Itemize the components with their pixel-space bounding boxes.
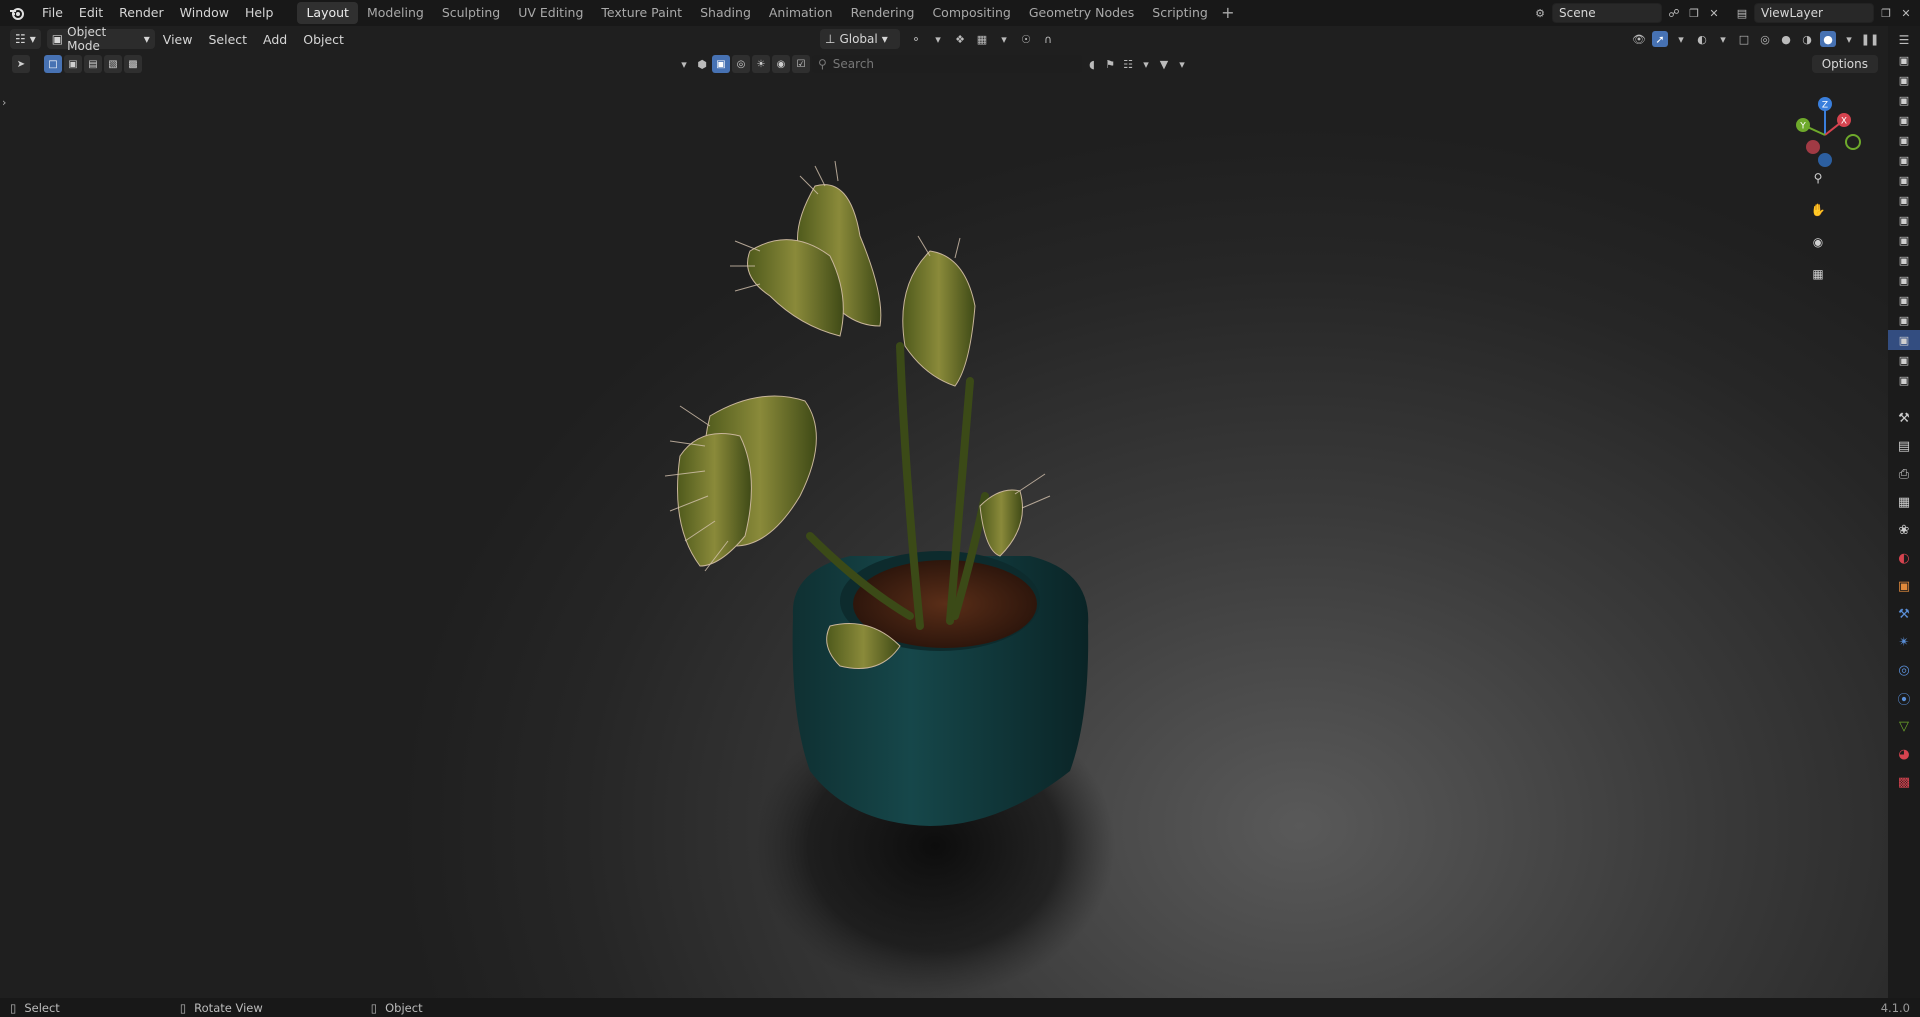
particles-icon[interactable]: ✴ [1888, 628, 1920, 656]
tab-sculpting[interactable]: Sculpting [433, 2, 509, 24]
tool-icon[interactable]: ⚒ [1888, 404, 1920, 432]
scene-render [664, 160, 1115, 996]
camera-icon[interactable]: ▣ [1888, 130, 1920, 150]
zoom-icon[interactable]: ⚲ [1806, 166, 1830, 190]
scene-icon[interactable]: ❀ [1888, 516, 1920, 544]
add-workspace-button[interactable]: + [1217, 2, 1239, 24]
status-select-label: Select [24, 1000, 60, 1015]
world-icon[interactable]: ◐ [1888, 544, 1920, 572]
menu-edit[interactable]: Edit [71, 2, 111, 24]
properties-strip: ☰ ▣ ▣ ▣ ▣ ▣ ▣ ▣ ▣ ▣ ▣ ▣ ▣ ▣ ▣ ▣ ▣ ▣ ⚒ ▤ ⎙ ▦ ❀ ◐ ▣ ⚒ ✴ ◎ ⦿ ▽ ◕ ▩ [1888, 26, 1920, 998]
physics-icon[interactable]: ◎ [1888, 656, 1920, 684]
tab-geometry-nodes[interactable]: Geometry Nodes [1020, 2, 1143, 24]
menu-render[interactable]: Render [111, 2, 172, 24]
3d-viewport[interactable]: ☷ ▾ ▣ Object Mode ▾ View Select Add Objec… [0, 26, 1888, 998]
gizmo-neg-y[interactable] [1845, 134, 1861, 150]
mouse-left-icon: ▯ [10, 1000, 17, 1015]
tab-animation[interactable]: Animation [760, 2, 842, 24]
gizmo-x-label: X [1841, 117, 1847, 127]
material-icon[interactable]: ◕ [1888, 740, 1920, 768]
camera-icon[interactable]: ▣ [1888, 330, 1920, 350]
tab-uv-editing[interactable]: UV Editing [509, 2, 592, 24]
tab-texture-paint[interactable]: Texture Paint [592, 2, 691, 24]
gizmo-neg-x[interactable] [1806, 140, 1820, 154]
camera-icon[interactable]: ▣ [1888, 250, 1920, 270]
viewport-navigation: ⚲ ✋ ◉ ▦ [1806, 166, 1830, 286]
workspace-tabs: Layout Modeling Sculpting UV Editing Tex… [297, 0, 1238, 26]
scene-selector[interactable]: Scene [1552, 3, 1662, 23]
camera-view-icon[interactable]: ◉ [1806, 230, 1830, 254]
close-icon[interactable]: ✕ [1898, 5, 1914, 21]
modifier-icon[interactable]: ⚒ [1888, 600, 1920, 628]
new-view-layer-icon[interactable]: ❐ [1878, 5, 1894, 21]
view-layer-icon[interactable]: ▦ [1888, 488, 1920, 516]
tab-layout[interactable]: Layout [297, 2, 358, 24]
camera-icon[interactable]: ▣ [1888, 70, 1920, 90]
output-icon[interactable]: ⎙ [1888, 460, 1920, 488]
mouse-middle-icon: ▯ [179, 1000, 187, 1015]
tab-compositing[interactable]: Compositing [923, 2, 1019, 24]
menu-window[interactable]: Window [172, 2, 237, 24]
gizmo-y-label: Y [1799, 122, 1806, 132]
camera-icon[interactable]: ▣ [1888, 290, 1920, 310]
outliner-camera-list: ▣ ▣ ▣ ▣ ▣ ▣ ▣ ▣ ▣ ▣ ▣ ▣ ▣ ▣ ▣ ▣ ▣ [1888, 50, 1920, 390]
status-rotate: ▯ Rotate View [180, 1001, 263, 1015]
pin-icon[interactable]: ☍ [1666, 5, 1682, 21]
status-bar: ▯ Select ▯ Rotate View ▯ Object 4.1.0 [0, 998, 1920, 1017]
camera-icon[interactable]: ▣ [1888, 150, 1920, 170]
blender-logo-icon[interactable] [0, 0, 34, 26]
status-object: ▯ Object [371, 1001, 423, 1015]
version-label: 4.1.0 [1880, 1000, 1910, 1015]
perspective-grid-icon[interactable]: ▦ [1806, 262, 1830, 286]
camera-icon[interactable]: ▣ [1888, 210, 1920, 230]
camera-icon[interactable]: ▣ [1888, 230, 1920, 250]
view-layer-icon[interactable]: ▤ [1734, 5, 1750, 21]
tab-scripting[interactable]: Scripting [1143, 2, 1217, 24]
object-icon[interactable]: ▣ [1888, 572, 1920, 600]
camera-icon[interactable]: ▣ [1888, 50, 1920, 70]
outliner-toggle-icon[interactable]: ☰ [1888, 30, 1920, 50]
tab-shading[interactable]: Shading [691, 2, 760, 24]
gizmo-neg-z[interactable] [1818, 153, 1832, 167]
gizmo-z-label: Z [1822, 101, 1828, 111]
camera-icon[interactable]: ▣ [1888, 350, 1920, 370]
camera-icon[interactable]: ▣ [1888, 90, 1920, 110]
camera-icon[interactable]: ▣ [1888, 310, 1920, 330]
pan-hand-icon[interactable]: ✋ [1806, 198, 1830, 222]
status-object-label: Object [385, 1000, 423, 1015]
top-menu-bar: File Edit Render Window Help Layout Mode… [0, 0, 1920, 26]
camera-icon[interactable]: ▣ [1888, 170, 1920, 190]
camera-icon[interactable]: ▣ [1888, 270, 1920, 290]
status-rotate-label: Rotate View [194, 1000, 263, 1015]
scene-icon[interactable]: ⚙ [1532, 5, 1548, 21]
scene-name: Scene [1559, 6, 1596, 20]
camera-icon[interactable]: ▣ [1888, 370, 1920, 390]
view-layer-selector[interactable]: ViewLayer [1754, 3, 1874, 23]
close-icon[interactable]: ✕ [1706, 5, 1722, 21]
render-icon[interactable]: ▤ [1888, 432, 1920, 460]
menu-file[interactable]: File [34, 2, 71, 24]
tab-modeling[interactable]: Modeling [358, 2, 433, 24]
properties-tabs: ⚒ ▤ ⎙ ▦ ❀ ◐ ▣ ⚒ ✴ ◎ ⦿ ▽ ◕ ▩ [1888, 404, 1920, 796]
view-layer-name: ViewLayer [1761, 6, 1823, 20]
camera-icon[interactable]: ▣ [1888, 190, 1920, 210]
constraints-icon[interactable]: ⦿ [1888, 684, 1920, 712]
new-scene-icon[interactable]: ❐ [1686, 5, 1702, 21]
texture-icon[interactable]: ▩ [1888, 768, 1920, 796]
scene-controls: ⚙ Scene ☍ ❐ ✕ ▤ ViewLayer ❐ ✕ [1532, 0, 1920, 26]
tab-rendering[interactable]: Rendering [842, 2, 924, 24]
mouse-right-icon: ▯ [370, 1000, 378, 1015]
data-icon[interactable]: ▽ [1888, 712, 1920, 740]
status-select: ▯ Select [10, 1001, 60, 1015]
camera-icon[interactable]: ▣ [1888, 110, 1920, 130]
menu-help[interactable]: Help [237, 2, 282, 24]
